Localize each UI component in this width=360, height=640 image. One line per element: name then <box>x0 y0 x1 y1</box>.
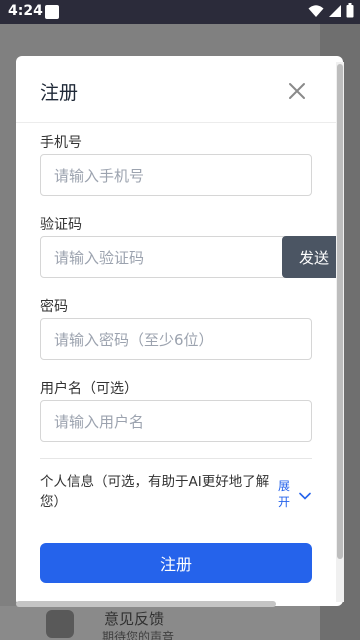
signal-icon <box>329 4 341 17</box>
section-divider <box>40 458 312 459</box>
send-code-button[interactable]: 发送 <box>282 236 342 278</box>
notification-icon <box>45 5 59 19</box>
wifi-icon <box>308 4 324 17</box>
expand-toggle[interactable]: 展开 <box>278 478 292 510</box>
status-time: 4:24 <box>8 3 43 19</box>
code-input[interactable]: 请输入验证码 <box>40 236 290 278</box>
register-submit-button[interactable]: 注册 <box>40 543 312 583</box>
feedback-subtitle: 期待您的声音 <box>102 630 175 640</box>
code-label: 验证码 <box>40 217 82 233</box>
status-icons <box>308 3 354 18</box>
feedback-title: 意见反馈 <box>104 610 165 628</box>
close-icon <box>289 83 305 99</box>
status-bar: 4:24 <box>0 0 360 24</box>
close-button[interactable] <box>286 80 308 102</box>
register-dialog: 注册 手机号 请输入手机号 验证码 请输入验证码 密码 请输入密码（至少6位） … <box>16 56 343 606</box>
chevron-down-icon[interactable] <box>299 485 311 504</box>
horizontal-scrollbar[interactable] <box>16 601 276 607</box>
dialog-title: 注册 <box>40 82 79 104</box>
battery-icon <box>346 3 354 18</box>
personal-info-label: 个人信息（可选，有助于AI更好地了解您） <box>40 474 270 510</box>
username-input[interactable]: 请输入用户名 <box>40 400 312 442</box>
phone-input[interactable]: 请输入手机号 <box>40 154 312 196</box>
vertical-scrollbar[interactable] <box>337 64 343 559</box>
dialog-header: 注册 <box>16 56 343 123</box>
username-label: 用户名（可选） <box>40 381 138 397</box>
password-label: 密码 <box>40 299 68 315</box>
password-input[interactable]: 请输入密码（至少6位） <box>40 318 312 360</box>
feedback-icon <box>46 610 74 638</box>
phone-label: 手机号 <box>40 135 82 151</box>
